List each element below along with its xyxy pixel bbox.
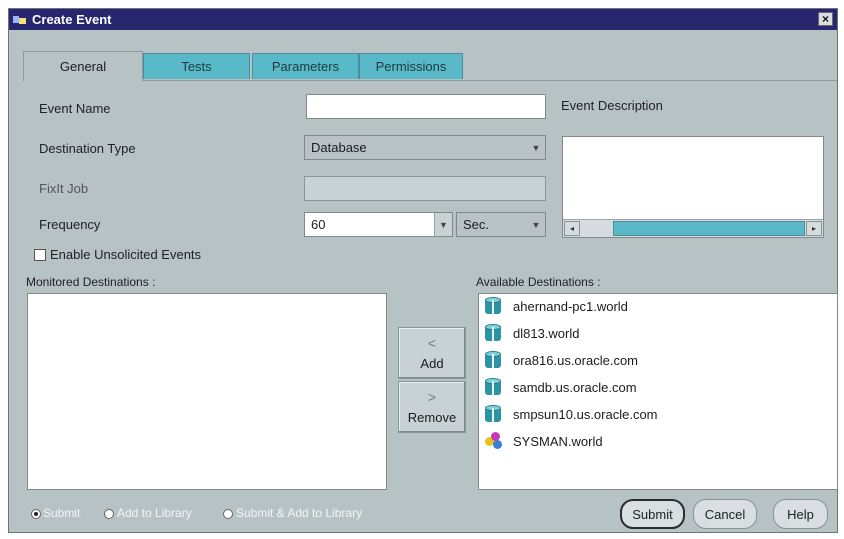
fixit-job-field [304,176,546,201]
tab-permissions-label: Permissions [375,59,447,74]
title-bar: Create Event × [9,9,837,30]
app-icon [13,14,27,26]
list-item[interactable]: ahernand-pc1.world [485,296,628,316]
destination-type-value: Database [311,140,367,155]
chevron-down-icon[interactable]: ▼ [434,213,452,236]
description-horizontal-scrollbar[interactable]: ◂ ▸ [563,219,823,237]
cancel-button[interactable]: Cancel [693,499,757,529]
database-icon [485,324,501,342]
window-title: Create Event [32,12,112,27]
radio-add-to-library[interactable] [104,509,114,519]
tab-permissions[interactable]: Permissions [359,53,463,79]
database-icon [485,405,501,423]
list-item[interactable]: samdb.us.oracle.com [485,377,637,397]
frequency-unit-value: Sec. [463,217,490,232]
tab-parameters-label: Parameters [271,59,340,74]
monitored-destinations-label: Monitored Destinations : [26,275,156,289]
destination-type-label: Destination Type [39,141,136,156]
tab-tests-label: Tests [181,59,212,74]
destination-name: ahernand-pc1.world [513,298,628,314]
database-icon [485,351,501,369]
frequency-value-combo[interactable]: 60 ▼ [304,212,453,237]
scroll-thumb[interactable] [613,221,805,236]
frequency-unit-select[interactable]: Sec. ▼ [456,212,546,237]
list-item[interactable]: smpsun10.us.oracle.com [485,404,658,424]
enable-unsolicited-checkbox[interactable] [34,249,46,261]
scroll-left-icon[interactable]: ◂ [564,221,580,236]
monitored-destinations-list[interactable] [27,293,387,490]
scroll-right-icon[interactable]: ▸ [806,221,822,236]
list-item[interactable]: dl813.world [485,323,580,343]
radio-submit[interactable] [31,509,41,519]
frequency-label: Frequency [39,217,101,232]
help-button-label: Help [787,506,814,522]
remove-button[interactable]: > Remove [398,381,466,433]
radio-submit-label: Submit [43,506,81,520]
help-button[interactable]: Help [773,499,828,529]
destination-name: ora816.us.oracle.com [513,352,639,368]
chevron-down-icon: ▼ [531,142,541,153]
tab-general[interactable]: General [23,51,143,81]
chevron-down-icon: ▼ [531,219,541,230]
sysman-group-icon [485,432,503,450]
tab-tests[interactable]: Tests [143,53,250,79]
fixit-job-label: FixIt Job [39,181,89,196]
add-button[interactable]: < Add [398,327,466,379]
close-icon[interactable]: × [818,12,833,26]
available-destinations-label: Available Destinations : [476,275,601,289]
radio-submit-and-add[interactable] [223,509,233,519]
tab-parameters[interactable]: Parameters [252,53,359,79]
remove-button-label: Remove [407,409,457,425]
destination-name: SYSMAN.world [513,433,603,449]
destination-name: smpsun10.us.oracle.com [513,406,658,422]
event-description-label: Event Description [561,98,663,113]
available-destinations-list[interactable]: ahernand-pc1.world dl813.world ora816.us… [478,293,838,490]
cancel-button-label: Cancel [704,506,746,522]
event-description-textarea[interactable]: ◂ ▸ [562,136,824,238]
arrow-left-icon: < [427,334,437,351]
enable-unsolicited-label: Enable Unsolicited Events [50,247,202,262]
database-icon [485,378,501,396]
submit-button[interactable]: Submit [620,499,685,529]
destination-name: dl813.world [513,325,580,341]
list-item[interactable]: SYSMAN.world [485,431,603,451]
destination-name: samdb.us.oracle.com [513,379,637,395]
submit-button-label: Submit [632,506,673,522]
radio-add-to-library-label: Add to Library [117,506,192,520]
database-icon [485,297,501,315]
frequency-value: 60 [311,217,326,232]
radio-submit-and-add-label: Submit & Add to Library [236,506,363,520]
destination-type-select[interactable]: Database ▼ [304,135,546,160]
arrow-right-icon: > [427,388,437,405]
add-button-label: Add [420,355,444,371]
list-item[interactable]: ora816.us.oracle.com [485,350,638,370]
tab-general-label: General [59,59,107,74]
event-name-label: Event Name [39,101,111,116]
event-name-input[interactable] [306,94,546,119]
create-event-dialog: Create Event × General Tests Parameters … [8,8,838,533]
